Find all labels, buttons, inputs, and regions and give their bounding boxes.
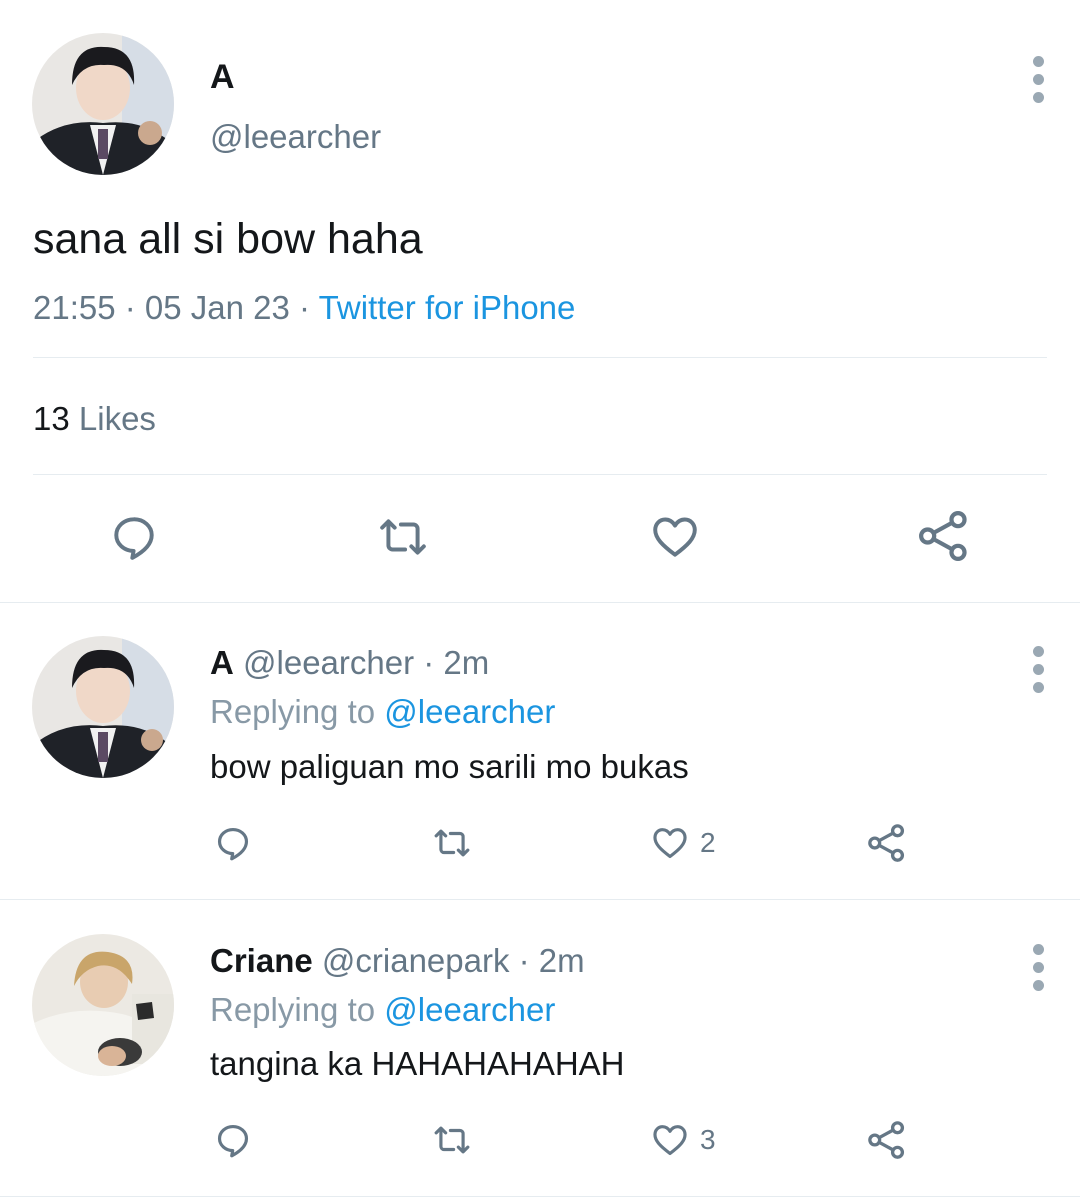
likes-summary[interactable]: 13 Likes — [33, 400, 156, 438]
retweet-icon — [380, 519, 426, 555]
likes-label: Likes — [78, 400, 156, 437]
reply-button[interactable] — [108, 512, 160, 562]
avatar[interactable] — [32, 636, 174, 778]
retweet-button[interactable] — [428, 1121, 476, 1159]
more-vertical-icon[interactable] — [1033, 646, 1045, 700]
reply-button[interactable] — [213, 1121, 253, 1159]
avatar[interactable] — [32, 934, 174, 1076]
like-button[interactable]: 3 — [650, 1121, 716, 1159]
reply-text: tangina ka HAHAHAHAHAH — [210, 1045, 625, 1082]
avatar[interactable] — [32, 33, 174, 175]
reply-author-handle[interactable]: @crianepark — [322, 942, 510, 979]
tweet-meta: 21:55 · 05 Jan 23 · Twitter for iPhone — [33, 289, 575, 327]
mention-link[interactable]: @leearcher — [384, 693, 555, 730]
share-icon — [868, 1121, 905, 1159]
divider — [0, 1196, 1080, 1197]
like-count: 3 — [700, 1124, 716, 1155]
reply-author-handle[interactable]: @leearcher — [243, 644, 414, 681]
author-handle[interactable]: @leearcher — [210, 118, 381, 156]
retweet-icon — [434, 829, 470, 857]
replying-label: Replying to — [210, 693, 376, 730]
share-button[interactable] — [866, 1119, 908, 1161]
tweet-timestamp: 21:55 · 05 Jan 23 · — [33, 289, 319, 326]
divider — [33, 357, 1047, 358]
reply-icon — [217, 1124, 249, 1158]
reply-icon — [217, 827, 249, 861]
replying-to: Replying to @leearcher — [210, 991, 555, 1029]
retweet-icon — [434, 1126, 470, 1154]
heart-icon — [653, 828, 687, 859]
reply-author-name[interactable]: A — [210, 644, 234, 681]
heart-icon — [653, 517, 697, 557]
author-name[interactable]: A — [210, 58, 235, 97]
more-vertical-icon[interactable] — [1033, 56, 1045, 110]
retweet-button[interactable] — [372, 512, 434, 562]
reply-time: 2m — [538, 942, 585, 979]
divider — [33, 474, 1047, 475]
heart-icon — [653, 1125, 687, 1156]
retweet-button[interactable] — [428, 824, 476, 862]
reply-button[interactable] — [213, 824, 253, 862]
share-button[interactable] — [866, 822, 908, 864]
reply-text: bow paliguan mo sarili mo bukas — [210, 748, 689, 785]
replying-label: Replying to — [210, 991, 376, 1028]
like-count: 2 — [700, 827, 716, 858]
share-icon — [868, 824, 905, 862]
divider — [0, 899, 1080, 900]
share-icon — [919, 511, 967, 561]
more-vertical-icon[interactable] — [1033, 944, 1045, 998]
replying-to: Replying to @leearcher — [210, 693, 555, 731]
like-button[interactable]: 2 — [650, 824, 716, 862]
reply-author-name[interactable]: Criane — [210, 942, 313, 979]
divider — [0, 602, 1080, 603]
reply-icon — [114, 517, 154, 560]
likes-count: 13 — [33, 400, 70, 437]
like-button[interactable] — [648, 512, 702, 562]
tweet-source-link[interactable]: Twitter for iPhone — [319, 289, 576, 326]
reply-header: A @leearcher · 2m — [210, 644, 490, 681]
mention-link[interactable]: @leearcher — [384, 991, 555, 1028]
tweet-text: sana all si bow haha — [33, 215, 423, 263]
share-button[interactable] — [916, 508, 972, 564]
reply-time: 2m — [443, 644, 490, 681]
reply-header: Criane @crianepark · 2m — [210, 942, 585, 979]
